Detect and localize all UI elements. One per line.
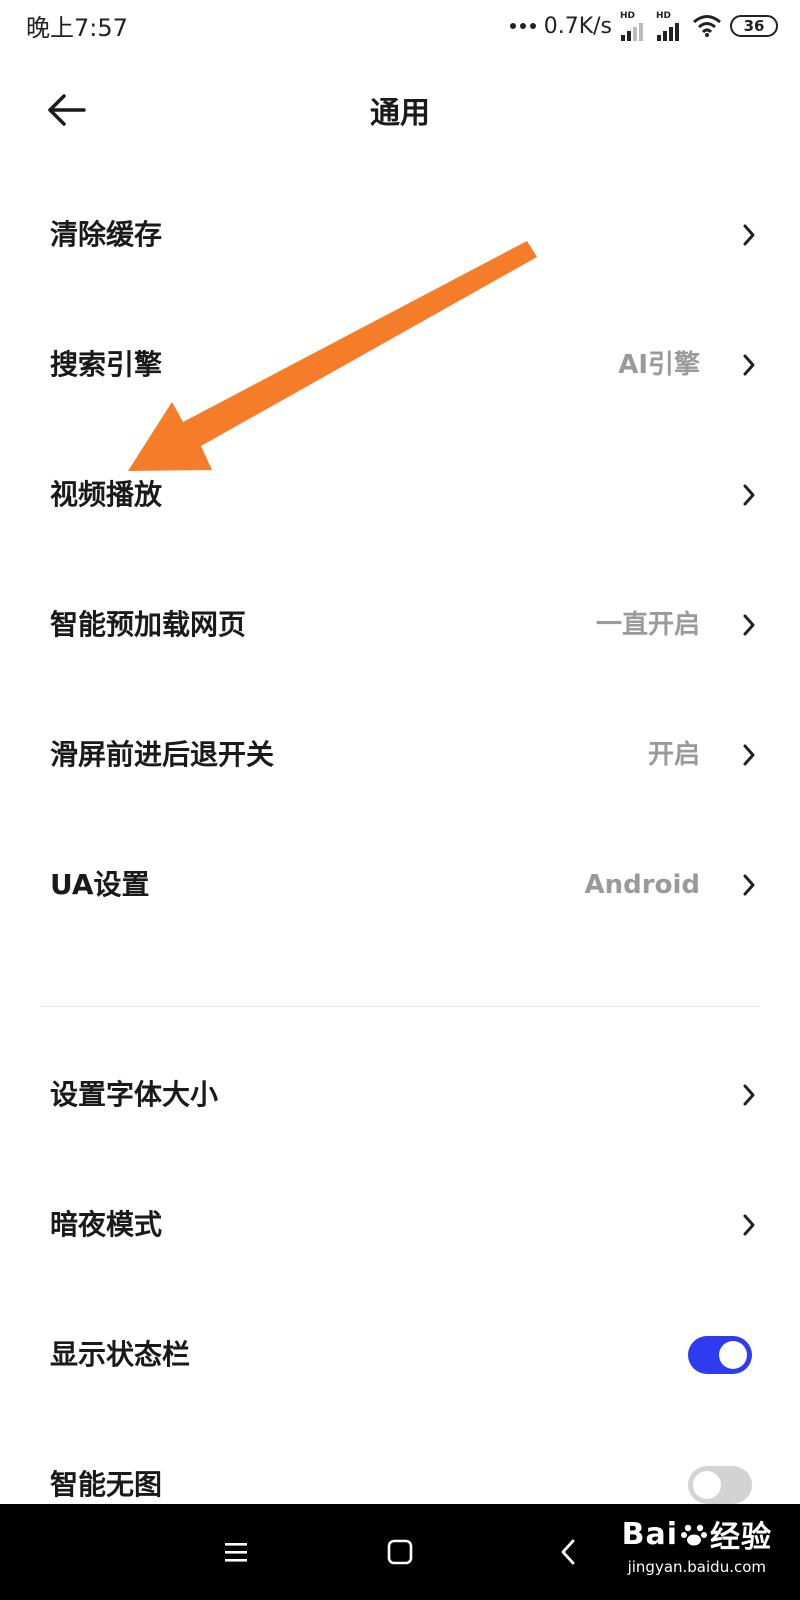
menu-icon [225, 1543, 247, 1562]
navigation-bar: Bai 经验 jingyan.baidu.com [0, 1504, 800, 1600]
watermark-logo-cn: 经验 [710, 1520, 772, 1555]
setting-show-status-bar: 显示状态栏 [0, 1290, 800, 1420]
nav-back-button[interactable] [548, 1532, 588, 1572]
toggle-knob [719, 1341, 747, 1369]
setting-ua[interactable]: UA设置 Android [0, 820, 800, 950]
setting-dark-mode[interactable]: 暗夜模式 [0, 1160, 800, 1290]
baidu-jingyan-watermark: Bai 经验 jingyan.baidu.com [622, 1512, 772, 1577]
setting-label: 视频播放 [50, 478, 163, 511]
setting-search-engine[interactable]: 搜索引擎 AI引擎 [0, 300, 800, 430]
watermark-logo: Bai 经验 [622, 1512, 772, 1556]
wifi-icon [693, 15, 721, 37]
chevron-right-icon [743, 614, 755, 636]
setting-value: 开启 [647, 740, 700, 770]
signal-icon-sim2: HD [656, 10, 684, 41]
watermark-logo-text: Bai [621, 1516, 678, 1552]
battery-icon: 36 [730, 15, 778, 37]
setting-value: Android [584, 870, 700, 900]
page-title: 通用 [370, 96, 430, 131]
chevron-right-icon [743, 1214, 755, 1236]
chevron-right-icon [743, 354, 755, 376]
setting-label: 清除缓存 [50, 218, 163, 251]
setting-label: 设置字体大小 [50, 1078, 219, 1111]
setting-swipe-navigation[interactable]: 滑屏前进后退开关 开启 [0, 690, 800, 820]
chevron-right-icon [743, 874, 755, 896]
status-indicators: 0.7K/s HD HD 36 [509, 10, 778, 42]
toggle-knob [693, 1471, 721, 1499]
status-bar-toggle[interactable] [688, 1336, 752, 1374]
setting-clear-cache[interactable]: 清除缓存 [0, 170, 800, 300]
chevron-right-icon [743, 744, 755, 766]
setting-label: 搜索引擎 [50, 348, 163, 381]
square-home-icon [387, 1539, 413, 1565]
header: 通用 [0, 70, 800, 150]
sim1-hd-label: HD [620, 10, 636, 21]
no-image-toggle[interactable] [688, 1466, 752, 1504]
chevron-right-icon [743, 224, 755, 246]
signal-icon-sim1: HD [620, 10, 648, 41]
setting-label: 智能预加载网页 [50, 608, 247, 641]
sim2-hd-label: HD [656, 10, 672, 21]
status-time: 晚上7:57 [26, 14, 128, 42]
status-bar: 晚上7:57 0.7K/s HD HD 36 [0, 0, 800, 52]
setting-label: 显示状态栏 [50, 1338, 191, 1371]
chevron-right-icon [743, 1084, 755, 1106]
watermark-url: jingyan.baidu.com [627, 1558, 766, 1576]
chevron-right-icon [743, 484, 755, 506]
setting-value: AI引擎 [618, 350, 700, 380]
setting-smart-preload[interactable]: 智能预加载网页 一直开启 [0, 560, 800, 690]
section-divider [40, 1006, 760, 1007]
paw-icon [681, 1524, 707, 1546]
menu-button[interactable] [216, 1532, 256, 1572]
screen: 晚上7:57 0.7K/s HD HD 36 通用 清除缓存 搜索引擎 AI引擎… [0, 0, 800, 1600]
chevron-left-icon [561, 1539, 575, 1565]
network-speed: 0.7K/s [543, 13, 612, 39]
setting-font-size[interactable]: 设置字体大小 [0, 1030, 800, 1160]
home-button[interactable] [380, 1532, 420, 1572]
more-dots-icon [509, 23, 536, 29]
setting-video-playback[interactable]: 视频播放 [0, 430, 800, 560]
setting-label: 暗夜模式 [50, 1208, 163, 1241]
setting-value: 一直开启 [595, 610, 700, 640]
setting-label: 滑屏前进后退开关 [50, 738, 275, 771]
setting-label: UA设置 [50, 868, 150, 901]
